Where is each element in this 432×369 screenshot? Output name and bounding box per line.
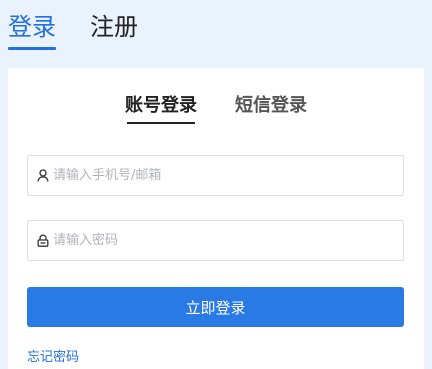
login-button[interactable]: 立即登录 — [27, 287, 404, 327]
password-input[interactable] — [53, 221, 403, 260]
forgot-password-link[interactable]: 忘记密码 — [27, 346, 79, 365]
tab-sms-login[interactable]: 短信登录 — [235, 94, 307, 124]
top-tabs: 登录 注册 — [8, 12, 138, 56]
login-page: 登录 注册 账号登录 短信登录 请输入手机号/邮箱 立即登录 忘记密码 — [0, 0, 432, 369]
lock-icon — [37, 234, 49, 248]
password-field[interactable] — [27, 220, 404, 261]
tab-account-login[interactable]: 账号登录 — [125, 94, 197, 124]
tab-register[interactable]: 注册 — [90, 12, 138, 50]
login-method-tabs: 账号登录 短信登录 — [8, 94, 424, 124]
username-input[interactable] — [53, 156, 403, 195]
login-card: 账号登录 短信登录 立即登录 — [8, 68, 424, 369]
user-icon — [37, 169, 49, 183]
tab-login[interactable]: 登录 — [8, 12, 56, 50]
username-field[interactable] — [27, 155, 404, 196]
